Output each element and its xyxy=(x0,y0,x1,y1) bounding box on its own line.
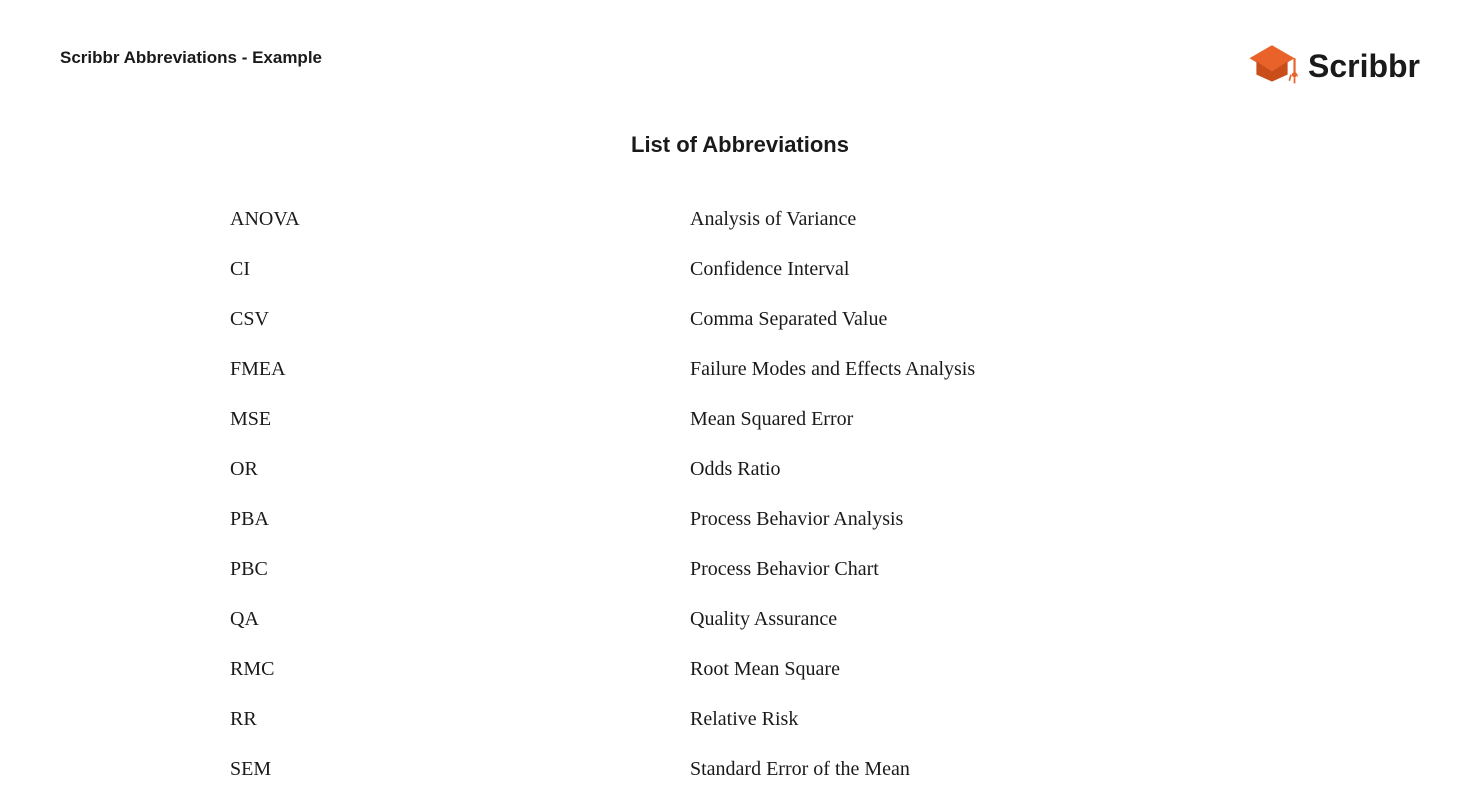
abbreviation-definition: Root Mean Square xyxy=(690,644,1290,694)
abbreviation-code: PBC xyxy=(210,544,690,594)
abbreviation-code: RMC xyxy=(210,644,690,694)
list-title: List of Abbreviations xyxy=(631,132,849,158)
header: Scribbr Abbreviations - Example xyxy=(60,40,1420,92)
abbreviation-definition: Standard Error of the Mean xyxy=(690,744,1290,794)
list-item: PBCProcess Behavior Chart xyxy=(210,544,1290,594)
abbreviation-code: OR xyxy=(210,444,690,494)
abbreviation-code: CI xyxy=(210,244,690,294)
abbreviation-code: QA xyxy=(210,594,690,644)
list-item: RMCRoot Mean Square xyxy=(210,644,1290,694)
abbreviation-code: RR xyxy=(210,694,690,744)
main-content: List of Abbreviations ANOVAAnalysis of V… xyxy=(60,132,1420,794)
list-item: PBAProcess Behavior Analysis xyxy=(210,494,1290,544)
abbreviation-code: SEM xyxy=(210,744,690,794)
list-item: ANOVAAnalysis of Variance xyxy=(210,194,1290,244)
abbreviation-definition: Confidence Interval xyxy=(690,244,1290,294)
scribbr-logo: Scribbr xyxy=(1246,40,1420,92)
list-item: MSEMean Squared Error xyxy=(210,394,1290,444)
abbreviation-definition: Mean Squared Error xyxy=(690,394,1290,444)
list-item: RRRelative Risk xyxy=(210,694,1290,744)
scribbr-wordmark: Scribbr xyxy=(1308,48,1420,85)
list-item: SEMStandard Error of the Mean xyxy=(210,744,1290,794)
page-title: Scribbr Abbreviations - Example xyxy=(60,48,322,68)
abbreviation-code: CSV xyxy=(210,294,690,344)
abbreviation-definition: Odds Ratio xyxy=(690,444,1290,494)
list-item: FMEAFailure Modes and Effects Analysis xyxy=(210,344,1290,394)
abbreviation-definition: Relative Risk xyxy=(690,694,1290,744)
abbreviation-definition: Process Behavior Chart xyxy=(690,544,1290,594)
list-item: CSVComma Separated Value xyxy=(210,294,1290,344)
scribbr-logo-icon xyxy=(1246,40,1298,92)
abbreviation-code: ANOVA xyxy=(210,194,690,244)
abbreviation-definition: Quality Assurance xyxy=(690,594,1290,644)
abbreviation-code: MSE xyxy=(210,394,690,444)
list-item: OROdds Ratio xyxy=(210,444,1290,494)
abbreviations-list: ANOVAAnalysis of VarianceCIConfidence In… xyxy=(190,194,1290,794)
abbreviation-definition: Comma Separated Value xyxy=(690,294,1290,344)
abbreviation-definition: Process Behavior Analysis xyxy=(690,494,1290,544)
abbreviation-definition: Analysis of Variance xyxy=(690,194,1290,244)
abbreviation-code: PBA xyxy=(210,494,690,544)
list-item: CIConfidence Interval xyxy=(210,244,1290,294)
abbreviation-code: FMEA xyxy=(210,344,690,394)
page-container: Scribbr Abbreviations - Example xyxy=(0,0,1480,772)
list-item: QAQuality Assurance xyxy=(210,594,1290,644)
abbreviation-definition: Failure Modes and Effects Analysis xyxy=(690,344,1290,394)
